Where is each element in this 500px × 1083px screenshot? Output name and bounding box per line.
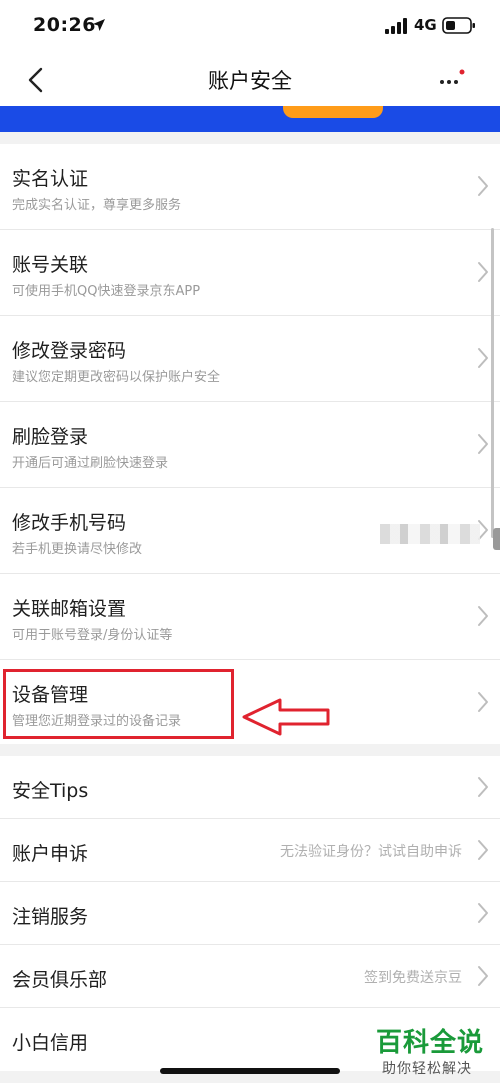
row-title: 关联邮箱设置 — [12, 598, 127, 620]
chevron-right-icon — [478, 777, 488, 797]
signal-bars-icon — [385, 18, 407, 34]
status-bar: 20:26 4G — [0, 0, 500, 54]
setting-row-cancel-service[interactable]: 注销服务 — [0, 882, 500, 945]
red-arrow-icon — [242, 698, 330, 736]
row-subtitle: 开通后可通过刷脸快速登录 — [12, 456, 169, 471]
nav-bar: 账户安全 — [0, 54, 500, 106]
more-dots-icon[interactable] — [436, 68, 470, 92]
row-title: 安全Tips — [12, 780, 89, 802]
row-subtitle: 可使用手机QQ快速登录京东APP — [12, 284, 201, 299]
watermark-main: 百科全说 — [376, 1028, 485, 1058]
row-hint: 无法验证身份？试试自助申诉 — [280, 844, 462, 860]
banner-button[interactable] — [283, 106, 383, 118]
row-hint: 签到免费送京豆 — [364, 970, 462, 986]
row-title: 会员俱乐部 — [12, 969, 108, 991]
promo-banner[interactable] — [0, 106, 500, 132]
row-subtitle: 可用于账号登录/身份认证等 — [12, 628, 173, 643]
location-arrow-icon — [93, 19, 105, 31]
chevron-right-icon — [478, 262, 488, 282]
scrollbar[interactable] — [491, 228, 494, 538]
row-title: 注销服务 — [12, 906, 89, 928]
setting-row-account-link[interactable]: 账号关联 可使用手机QQ快速登录京东APP — [0, 230, 500, 316]
setting-row-real-name[interactable]: 实名认证 完成实名认证，尊享更多服务 — [0, 144, 500, 230]
setting-row-member-club[interactable]: 会员俱乐部 签到免费送京豆 — [0, 945, 500, 1008]
chevron-right-icon — [478, 348, 488, 368]
chevron-right-icon — [478, 966, 488, 986]
settings-group-primary: 实名认证 完成实名认证，尊享更多服务 账号关联 可使用手机QQ快速登录京东APP… — [0, 144, 500, 744]
chevron-right-icon — [478, 692, 488, 712]
masked-phone-number — [380, 524, 480, 544]
network-label: 4G — [414, 16, 437, 34]
setting-row-face-login[interactable]: 刷脸登录 开通后可通过刷脸快速登录 — [0, 402, 500, 488]
watermark: 百科全说 助你轻松解决 — [368, 1016, 496, 1078]
row-subtitle: 建议您定期更改密码以保护账户安全 — [12, 370, 221, 385]
watermark-sub: 助你轻松解决 — [382, 1061, 472, 1077]
row-title: 修改登录密码 — [12, 340, 127, 362]
row-subtitle: 若手机更换请尽快修改 — [12, 542, 143, 557]
row-title: 账号关联 — [12, 254, 89, 276]
chevron-right-icon — [478, 434, 488, 454]
battery-icon — [442, 17, 475, 34]
row-title: 实名认证 — [12, 168, 89, 190]
status-time: 20:26 — [33, 14, 96, 36]
row-title: 修改手机号码 — [12, 512, 127, 534]
row-title: 刷脸登录 — [12, 426, 89, 448]
chevron-right-icon — [478, 606, 488, 626]
setting-row-security-tips[interactable]: 安全Tips — [0, 756, 500, 819]
edge-handle — [493, 528, 500, 550]
setting-row-account-appeal[interactable]: 账户申诉 无法验证身份？试试自助申诉 — [0, 819, 500, 882]
setting-row-change-password[interactable]: 修改登录密码 建议您定期更改密码以保护账户安全 — [0, 316, 500, 402]
home-indicator[interactable] — [160, 1068, 340, 1074]
chevron-right-icon — [478, 840, 488, 860]
row-title: 账户申诉 — [12, 843, 89, 865]
annotation-highlight-box — [3, 669, 234, 739]
page-title: 账户安全 — [208, 69, 292, 93]
row-subtitle: 完成实名认证，尊享更多服务 — [12, 198, 182, 213]
setting-row-email[interactable]: 关联邮箱设置 可用于账号登录/身份认证等 — [0, 574, 500, 660]
chevron-right-icon — [478, 903, 488, 923]
row-title: 小白信用 — [12, 1032, 89, 1054]
chevron-right-icon — [478, 176, 488, 196]
